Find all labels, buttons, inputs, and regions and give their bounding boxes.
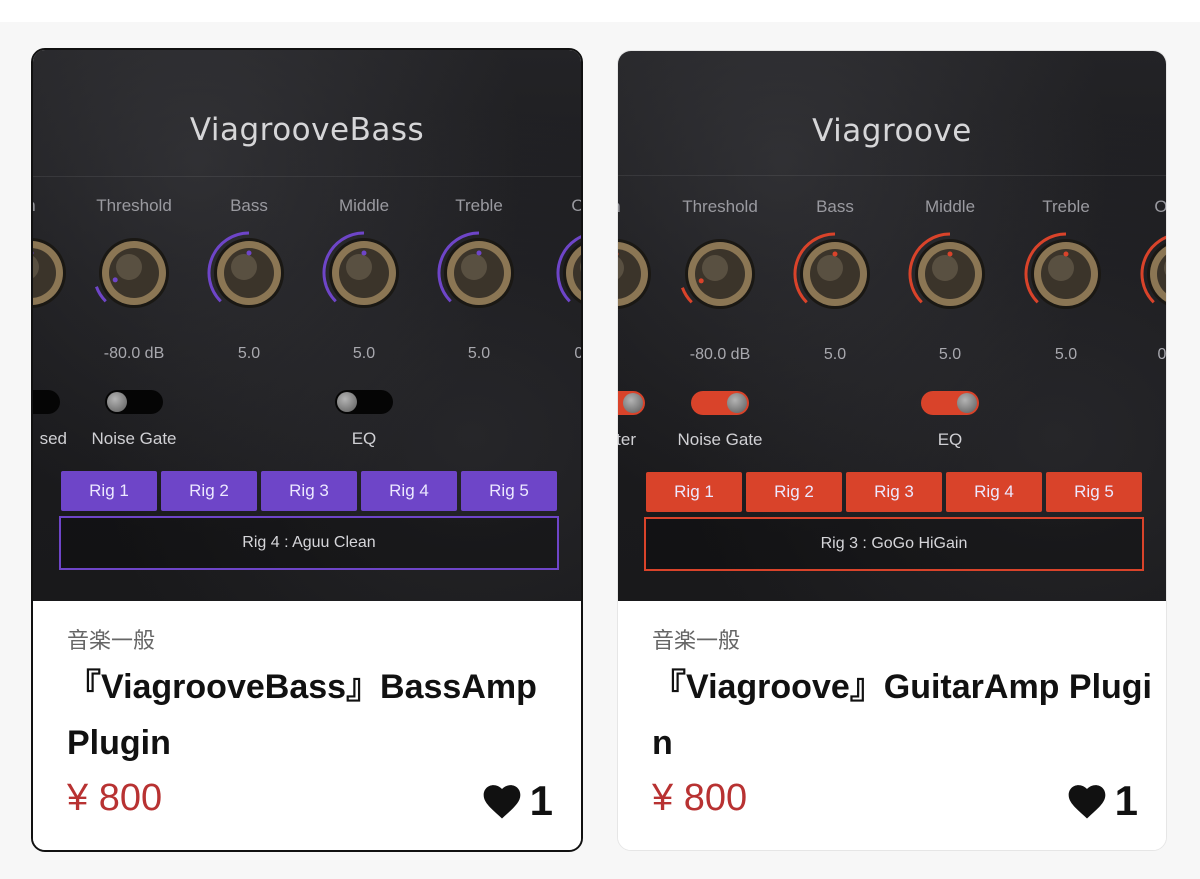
product-thumbnail[interactable]: ViagrooveBass h Threshold Bass Middle Tr… [33, 50, 581, 601]
bypass-toggle[interactable] [33, 390, 60, 414]
knob-icon[interactable] [907, 231, 993, 317]
toggle-label: EQ [937, 430, 963, 449]
toggle-label: sed [39, 429, 67, 448]
knob-value: -80.0 dB [103, 345, 165, 362]
category-label: 音楽一般 [652, 628, 741, 653]
plugin-title: ViagrooveBass [189, 112, 425, 148]
product-name[interactable]: 『ViagrooveBass』BassAmp Plugin [67, 659, 567, 771]
product-card[interactable]: ViagrooveBass h Threshold Bass Middle Tr… [31, 48, 583, 852]
knob-value: 5.0 [237, 345, 261, 362]
knob-value: 5.0 [467, 345, 491, 362]
rig-buttons: Rig 1 Rig 2 Rig 3 Rig 4 Rig 5 [646, 472, 1142, 512]
knob-icon[interactable] [677, 231, 763, 317]
toggle-label: Noise Gate [677, 430, 763, 449]
rig-2-button[interactable]: Rig 2 [746, 472, 842, 512]
knob-label: Treble [455, 196, 503, 215]
knob-icon[interactable] [555, 230, 581, 316]
knob-icon[interactable] [792, 231, 878, 317]
knob-value: 5.0 [352, 345, 376, 362]
knob-icon[interactable] [618, 231, 659, 317]
knob-label: Threshold [96, 196, 172, 215]
knob-label: h [33, 196, 81, 216]
knob-value: B [33, 345, 73, 363]
knob-label: h [618, 197, 666, 217]
knob-label: O [1111, 197, 1166, 217]
like-button[interactable]: 1 [482, 777, 553, 825]
product-card[interactable]: Viagroove h Threshold Bass Middle Treble… [617, 50, 1167, 851]
product-thumbnail[interactable]: Viagroove h Threshold Bass Middle Treble… [618, 51, 1166, 601]
divider [33, 176, 581, 177]
knob-value: 5.0 [823, 346, 847, 363]
knob-icon[interactable] [1139, 231, 1166, 317]
knob-value: B [618, 346, 658, 364]
limiter-toggle[interactable] [618, 391, 645, 415]
rig-4-button[interactable]: Rig 4 [946, 472, 1042, 512]
rig-5-button[interactable]: Rig 5 [1046, 472, 1142, 512]
eq-toggle[interactable] [921, 391, 979, 415]
toggle-label: ter [618, 430, 636, 449]
category-label: 音楽一般 [67, 628, 156, 653]
toggle-label: EQ [351, 429, 377, 448]
knob-icon[interactable] [1023, 231, 1109, 317]
rig-4-button[interactable]: Rig 4 [361, 471, 457, 511]
divider [618, 175, 1166, 176]
knob-label: Threshold [682, 197, 758, 216]
knob-icon[interactable] [321, 230, 407, 316]
knob-label: Middle [338, 196, 390, 215]
price: ¥ 800 [67, 777, 163, 819]
noise-gate-toggle[interactable] [691, 391, 749, 415]
rig-buttons: Rig 1 Rig 2 Rig 3 Rig 4 Rig 5 [61, 471, 557, 511]
rig-1-button[interactable]: Rig 1 [646, 472, 742, 512]
rig-status-display: Rig 3 : GoGo HiGain [644, 517, 1144, 571]
toggle-label: Noise Gate [91, 429, 177, 448]
knob-value: -80.0 dB [689, 346, 751, 363]
knob-value: 0. [531, 345, 581, 363]
product-name[interactable]: 『Viagroove』GuitarAmp Plugin [652, 659, 1152, 771]
like-button[interactable]: 1 [1067, 777, 1138, 825]
rig-3-button[interactable]: Rig 3 [846, 472, 942, 512]
rig-3-button[interactable]: Rig 3 [261, 471, 357, 511]
plugin-title: Viagroove [812, 113, 972, 149]
like-count: 1 [529, 777, 553, 824]
knob-icon[interactable] [33, 230, 74, 316]
eq-toggle[interactable] [335, 390, 393, 414]
rig-5-button[interactable]: Rig 5 [461, 471, 557, 511]
knob-icon[interactable] [91, 230, 177, 316]
knob-value: 5.0 [1054, 346, 1078, 363]
rig-2-button[interactable]: Rig 2 [161, 471, 257, 511]
product-info: 音楽一般 『Viagroove』GuitarAmp Plugin ¥ 800 1 [618, 601, 1166, 850]
product-info: 音楽一般 『ViagrooveBass』BassAmp Plugin ¥ 800… [33, 601, 581, 850]
heart-icon [482, 782, 522, 820]
knob-label: Bass [230, 196, 268, 215]
noise-gate-toggle[interactable] [105, 390, 163, 414]
heart-icon [1067, 782, 1107, 820]
knob-value: 5.0 [938, 346, 962, 363]
knob-icon[interactable] [436, 230, 522, 316]
rig-status-display: Rig 4 : Aguu Clean [59, 516, 559, 570]
knob-label: O [528, 196, 581, 216]
top-bar [0, 0, 1200, 22]
knob-label: Bass [816, 197, 854, 216]
price: ¥ 800 [652, 777, 748, 819]
knob-value: 0 [1157, 346, 1166, 363]
like-count: 1 [1114, 777, 1138, 824]
rig-1-button[interactable]: Rig 1 [61, 471, 157, 511]
knob-label: Middle [924, 197, 976, 216]
knob-icon[interactable] [206, 230, 292, 316]
knob-label: Treble [1042, 197, 1090, 216]
